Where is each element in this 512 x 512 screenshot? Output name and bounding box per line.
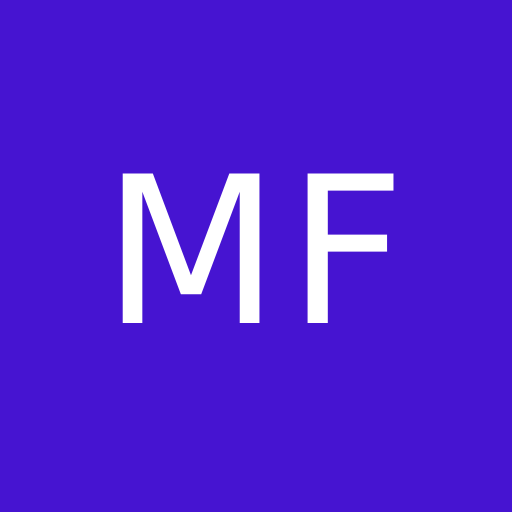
avatar: MF — [0, 0, 512, 512]
avatar-initials: MF — [102, 133, 414, 372]
